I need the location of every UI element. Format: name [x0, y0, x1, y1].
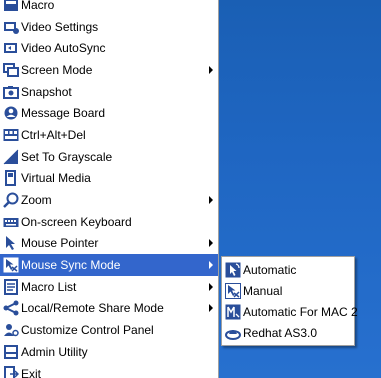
- submenu-arrow-icon: [209, 239, 213, 248]
- menu-item-label: Video AutoSync: [21, 41, 106, 56]
- menu-item-video-settings[interactable]: Video Settings: [0, 16, 218, 38]
- menu-item-label: Screen Mode: [21, 62, 93, 77]
- automatic-mac-icon: [225, 304, 241, 320]
- video-settings-icon: [3, 19, 19, 35]
- redhat-icon: [225, 325, 241, 341]
- menu-item-set-to-grayscale[interactable]: Set To Grayscale: [0, 146, 218, 168]
- submenu-item-label: Automatic For MAC 2: [243, 304, 358, 319]
- menu-item-label: Exit: [21, 366, 42, 378]
- menu-item-on-screen-keyboard[interactable]: On-screen Keyboard: [0, 211, 218, 233]
- menu-item-label: On-screen Keyboard: [21, 214, 132, 229]
- virtual-media-icon: [3, 170, 19, 187]
- menu-item-label: Local/Remote Share Mode: [21, 301, 164, 316]
- submenu-item-automatic-mac[interactable]: Automatic For MAC 2: [222, 301, 358, 322]
- menu-item-label: Snapshot: [21, 84, 72, 99]
- video-autosync-icon: [3, 40, 19, 56]
- ctrl-alt-del-icon: [3, 127, 19, 143]
- menu-item-label: Virtual Media: [21, 171, 91, 186]
- menu-item-label: Zoom: [21, 193, 52, 208]
- share-mode-icon: [3, 300, 19, 316]
- menu-item-macro[interactable]: Macro: [0, 0, 218, 16]
- screen: Macro Video Settings Video AutoSync Scre…: [0, 0, 381, 378]
- menu-item-macro-list[interactable]: Macro List: [0, 276, 218, 298]
- submenu-item-label: Manual: [243, 283, 283, 298]
- menu-item-video-autosync[interactable]: Video AutoSync: [0, 37, 218, 59]
- menu-item-exit[interactable]: Exit: [0, 363, 218, 378]
- menu-item-label: Admin Utility: [21, 344, 88, 359]
- menu-item-virtual-media[interactable]: Virtual Media: [0, 168, 218, 190]
- submenu-item-automatic[interactable]: Automatic: [222, 259, 354, 280]
- menu-item-label: Video Settings: [21, 19, 99, 34]
- menu-item-admin-utility[interactable]: Admin Utility: [0, 341, 218, 363]
- menu-item-label: Ctrl+Alt+Del: [21, 127, 86, 142]
- context-menu: Macro Video Settings Video AutoSync Scre…: [0, 0, 219, 378]
- menu-item-message-board[interactable]: Message Board: [0, 102, 218, 124]
- submenu-item-redhat[interactable]: Redhat AS3.0: [222, 322, 354, 343]
- menu-item-snapshot[interactable]: Snapshot: [0, 81, 218, 103]
- menu-item-label: Set To Grayscale: [21, 149, 113, 164]
- submenu-item-manual[interactable]: Manual: [222, 280, 354, 301]
- automatic-icon: [225, 262, 241, 278]
- menu-item-label: Macro: [21, 0, 55, 12]
- menu-item-label: Mouse Pointer: [21, 236, 99, 251]
- admin-utility-icon: [3, 344, 19, 360]
- menu-item-label: Customize Control Panel: [21, 323, 154, 338]
- screen-mode-icon: [3, 62, 19, 78]
- menu-item-label: Message Board: [21, 106, 106, 121]
- exit-icon: [3, 365, 19, 378]
- manual-icon: [225, 282, 241, 299]
- macro-list-icon: [3, 278, 19, 295]
- menu-item-share-mode[interactable]: Local/Remote Share Mode: [0, 298, 218, 320]
- menu-item-mouse-sync-mode[interactable]: Mouse Sync Mode: [0, 254, 218, 276]
- menu-item-zoom[interactable]: Zoom: [0, 189, 218, 211]
- submenu-arrow-icon: [209, 65, 213, 74]
- mouse-sync-submenu: Automatic Manual Automatic For MAC 2 Red…: [221, 256, 358, 346]
- zoom-icon: [3, 192, 19, 208]
- submenu-arrow-icon: [209, 196, 213, 205]
- mouse-pointer-icon: [3, 235, 19, 251]
- menu-item-customize-control-panel[interactable]: Customize Control Panel: [0, 319, 218, 341]
- keyboard-icon: [3, 214, 19, 230]
- menu-item-ctrl-alt-del[interactable]: Ctrl+Alt+Del: [0, 124, 218, 146]
- menu-item-label: Macro List: [21, 279, 77, 294]
- grayscale-icon: [3, 149, 19, 165]
- menu-item-mouse-pointer[interactable]: Mouse Pointer: [0, 233, 218, 255]
- macro-icon: [3, 0, 19, 13]
- submenu-item-label: Redhat AS3.0: [243, 325, 318, 340]
- submenu-arrow-icon: [209, 282, 213, 291]
- submenu-arrow-icon: [209, 304, 213, 313]
- submenu-arrow-icon: [209, 261, 213, 270]
- mouse-sync-icon: [3, 257, 19, 273]
- customize-icon: [3, 322, 19, 338]
- submenu-item-label: Automatic: [243, 262, 297, 277]
- menu-item-screen-mode[interactable]: Screen Mode: [0, 59, 218, 81]
- message-board-icon: [3, 105, 19, 121]
- menu-item-label: Mouse Sync Mode: [21, 258, 121, 273]
- snapshot-icon: [3, 84, 19, 100]
